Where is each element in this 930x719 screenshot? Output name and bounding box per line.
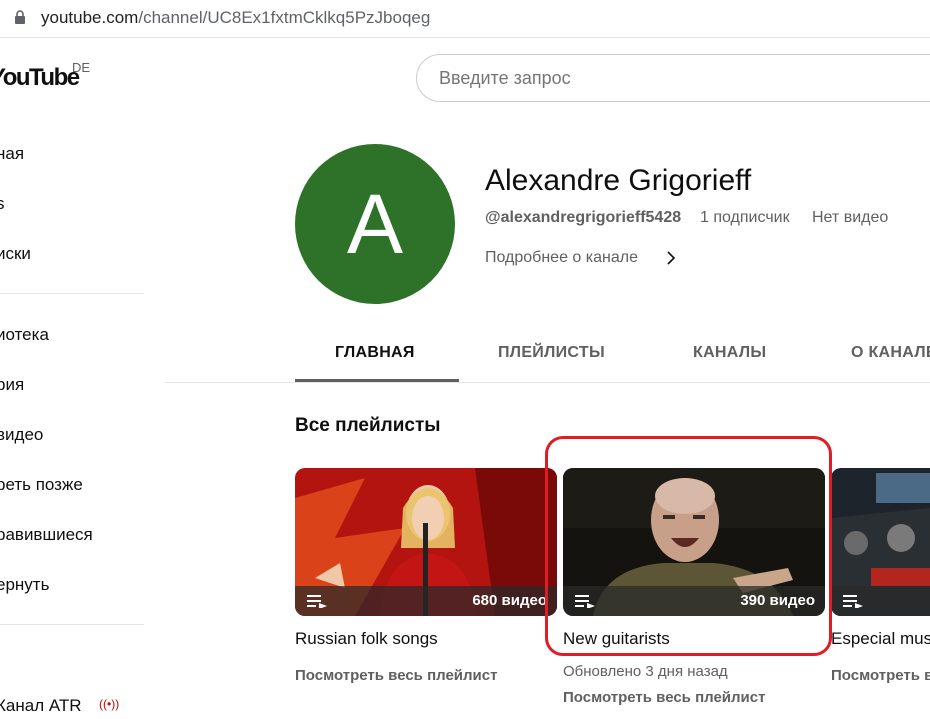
sidebar-item-library[interactable]: иотека (0, 325, 49, 345)
sidebar-item-home[interactable]: ная (0, 144, 24, 164)
thumbnail-overlay: 680 видео (295, 586, 557, 616)
playlist-title[interactable]: Russian folk songs (295, 629, 438, 649)
tab-playlists[interactable]: ПЛЕЙЛИСТЫ (498, 344, 605, 362)
section-title: Все плейлисты (295, 415, 441, 436)
sidebar-item-liked[interactable]: равившиеся (0, 525, 93, 545)
search-input[interactable] (437, 67, 921, 90)
playlist-title[interactable]: Especial music (831, 629, 930, 649)
channel-avatar[interactable]: A (295, 144, 455, 304)
url-host: youtube.com (41, 8, 139, 27)
youtube-logo[interactable]: YouTube (0, 64, 80, 92)
lock-icon (15, 10, 25, 24)
sidebar-item-collapse[interactable]: ернуть (0, 575, 49, 595)
subscriber-count: 1 подписчик (700, 209, 790, 226)
sidebar-item-subscriptions[interactable]: иски (0, 244, 31, 264)
thumbnail-overlay (831, 586, 930, 616)
url-text[interactable]: youtube.com/channel/UC8Ex1fxtmCklkq5PzJb… (41, 8, 430, 28)
sidebar-item-channel-atr[interactable]: Канал ATR (0, 696, 82, 716)
tab-about[interactable]: О КАНАЛЕ (851, 344, 930, 362)
tab-channels[interactable]: КАНАЛЫ (693, 344, 766, 362)
view-full-playlist-link[interactable]: Посмотреть весь плейлист (295, 667, 497, 684)
tab-home[interactable]: ГЛАВНАЯ (335, 344, 415, 362)
playlist-icon (307, 595, 327, 608)
live-broadcast-icon: ((•)) (99, 697, 120, 711)
chevron-right-icon[interactable] (664, 249, 678, 267)
sidebar-item-your-videos[interactable]: видео (0, 425, 43, 445)
url-path: /channel/UC8Ex1fxtmCklkq5PzJboqeg (138, 8, 431, 27)
sidebar-divider (0, 624, 144, 625)
view-full-playlist-link[interactable]: Посмотреть весь плейлист (563, 689, 765, 706)
tabs-divider (165, 382, 930, 383)
browser-address-bar[interactable]: youtube.com/channel/UC8Ex1fxtmCklkq5PzJb… (0, 0, 930, 38)
video-count: Нет видео (812, 209, 889, 226)
playlist-icon (843, 595, 863, 608)
search-box[interactable] (416, 54, 930, 102)
sidebar-item-shorts[interactable]: s (0, 194, 5, 214)
sidebar-item-watch-later[interactable]: реть позже (0, 475, 83, 495)
highlight-annotation (545, 436, 832, 656)
channel-name: Alexandre Grigorieff (485, 164, 752, 197)
playlist-thumbnail[interactable]: 680 видео (295, 468, 557, 616)
view-full-playlist-link[interactable]: Посмотреть весь плейлист (831, 667, 930, 684)
channel-handle: @alexandregrigorieff5428 (485, 209, 682, 226)
sidebar-divider (0, 293, 144, 294)
video-count-badge: 680 видео (472, 592, 547, 609)
playlist-updated: Обновлено 3 дня назад (563, 663, 728, 680)
active-tab-indicator (295, 379, 459, 382)
playlist-thumbnail[interactable] (831, 468, 930, 616)
logo-country-code: DE (72, 60, 91, 75)
channel-about-link[interactable]: Подробнее о канале (485, 249, 638, 267)
sidebar-item-history[interactable]: рия (0, 375, 24, 395)
